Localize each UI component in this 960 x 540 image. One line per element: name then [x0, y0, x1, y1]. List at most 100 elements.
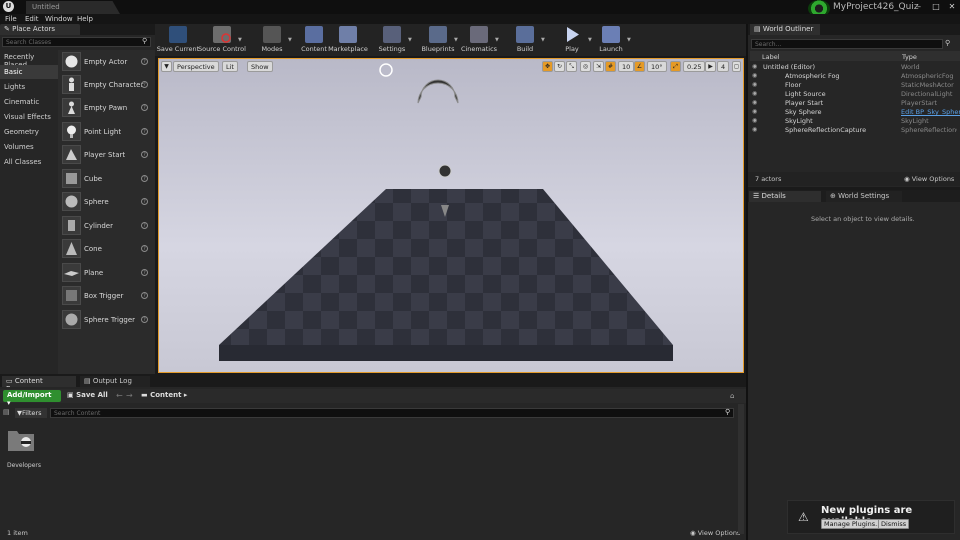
- category-recently-placed[interactable]: Recently Placed: [0, 50, 58, 69]
- show-flags-button[interactable]: Show: [247, 61, 273, 72]
- outliner-search-input[interactable]: Search...: [751, 39, 943, 49]
- help-icon[interactable]: ?: [141, 222, 148, 229]
- cinematics-button[interactable]: Cinematics ▼: [457, 25, 501, 55]
- outliner-row-world[interactable]: Untitled (Editor): [763, 63, 960, 72]
- content-search-input[interactable]: Search Content: [50, 408, 734, 418]
- content-view-options[interactable]: ◉ View Options: [690, 529, 740, 537]
- close-icon[interactable]: ✕: [946, 2, 958, 11]
- rotate-tool-icon[interactable]: ↻: [554, 61, 565, 72]
- category-volumes[interactable]: Volumes: [0, 140, 58, 154]
- visibility-eye-icon[interactable]: ◉: [752, 126, 760, 133]
- rotation-snap-icon[interactable]: ∠: [634, 61, 645, 72]
- help-icon[interactable]: ?: [141, 292, 148, 299]
- help-icon[interactable]: ?: [141, 175, 148, 182]
- maximize-viewport-icon[interactable]: ◻: [732, 61, 741, 72]
- scale-snap-icon[interactable]: ⤢: [670, 61, 681, 72]
- actor-item-player-start[interactable]: Player Start: [84, 151, 125, 159]
- actor-item-sphere[interactable]: Sphere: [84, 198, 109, 206]
- source-control-button[interactable]: Source Control ▼: [198, 25, 246, 55]
- category-all-classes[interactable]: All Classes: [0, 155, 58, 169]
- settings-button[interactable]: Settings ▼: [370, 25, 414, 55]
- add-import-button[interactable]: Add/Import ▾: [3, 390, 61, 407]
- document-tab[interactable]: Untitled: [26, 1, 120, 14]
- lit-mode-button[interactable]: Lit: [222, 61, 238, 72]
- search-icon[interactable]: ⚲: [725, 408, 730, 416]
- visibility-eye-icon[interactable]: ◉: [752, 63, 760, 70]
- visibility-eye-icon[interactable]: ◉: [752, 117, 760, 124]
- launch-button[interactable]: Launch ▼: [589, 25, 633, 55]
- menu-window[interactable]: Window: [45, 15, 73, 23]
- sources-panel-toggle-icon[interactable]: ▤: [3, 408, 13, 418]
- filters-button[interactable]: ▼Filters: [15, 408, 47, 418]
- content-browser-tab[interactable]: ▭ Content Browser: [2, 376, 76, 393]
- actor-item-cube[interactable]: Cube: [84, 175, 102, 183]
- sky-light-icon[interactable]: [417, 79, 459, 104]
- translate-tool-icon[interactable]: ✥: [542, 61, 553, 72]
- level-viewport[interactable]: [158, 58, 744, 373]
- content-scrollbar[interactable]: [738, 404, 744, 534]
- column-type[interactable]: Type: [902, 53, 917, 61]
- grid-snap-icon[interactable]: #: [605, 61, 616, 72]
- actor-item-empty-pawn[interactable]: Empty Pawn: [84, 104, 127, 112]
- output-log-tab[interactable]: ▤ Output Log: [80, 376, 150, 387]
- category-visual-effects[interactable]: Visual Effects: [0, 110, 58, 124]
- category-basic[interactable]: Basic: [0, 65, 58, 79]
- help-icon[interactable]: ?: [141, 151, 148, 158]
- camera-speed-icon[interactable]: ▶: [705, 61, 716, 72]
- minimize-icon[interactable]: –: [913, 2, 925, 11]
- category-cinematic[interactable]: Cinematic: [0, 95, 58, 109]
- menu-help[interactable]: Help: [77, 15, 93, 23]
- actor-item-cone[interactable]: Cone: [84, 245, 102, 253]
- surface-snap-icon[interactable]: ⇲: [593, 61, 604, 72]
- viewport-options-icon[interactable]: ▼: [161, 61, 172, 72]
- rotation-snap-value[interactable]: 10°: [647, 61, 667, 72]
- help-icon[interactable]: ?: [141, 58, 148, 65]
- visibility-eye-icon[interactable]: ◉: [752, 99, 760, 106]
- place-actors-search-input[interactable]: Search Classes: [2, 37, 151, 47]
- place-actors-tab[interactable]: ✎ Place Actors: [0, 24, 80, 35]
- scale-snap-value[interactable]: 0.25: [683, 61, 706, 72]
- build-button[interactable]: Build ▼: [503, 25, 547, 55]
- help-icon[interactable]: ?: [141, 198, 148, 205]
- sun-light-icon[interactable]: [379, 63, 393, 77]
- manage-plugins-button[interactable]: Manage Plugins...: [821, 519, 885, 529]
- visibility-eye-icon[interactable]: ◉: [752, 90, 760, 97]
- dismiss-button[interactable]: Dismiss: [878, 519, 910, 529]
- actor-item-point-light[interactable]: Point Light: [84, 128, 121, 136]
- menu-file[interactable]: File: [5, 15, 17, 23]
- grid-snap-value[interactable]: 10: [618, 61, 635, 72]
- maximize-icon[interactable]: □: [930, 2, 942, 11]
- perspective-button[interactable]: Perspective: [173, 61, 219, 72]
- visibility-eye-icon[interactable]: ◉: [752, 72, 760, 79]
- actor-item-empty-actor[interactable]: Empty Actor: [84, 58, 127, 66]
- category-lights[interactable]: Lights: [0, 80, 58, 94]
- menu-edit[interactable]: Edit: [25, 15, 39, 23]
- scale-tool-icon[interactable]: ⤡: [566, 61, 577, 72]
- back-arrow-icon[interactable]: ←: [116, 391, 123, 400]
- world-settings-tab[interactable]: ⊕ World Settings: [826, 191, 902, 202]
- help-icon[interactable]: ?: [141, 245, 148, 252]
- visibility-eye-icon[interactable]: ◉: [752, 81, 760, 88]
- reflection-capture-icon[interactable]: [438, 164, 452, 178]
- folder-name-developers[interactable]: Developers: [7, 462, 41, 469]
- outliner-view-options[interactable]: ◉ View Options: [904, 175, 954, 183]
- actor-item-plane[interactable]: Plane: [84, 269, 103, 277]
- panel-splitter[interactable]: [746, 24, 748, 540]
- actor-item-empty-character[interactable]: Empty Character: [84, 81, 143, 89]
- outliner-row-skylight[interactable]: SkyLight: [785, 117, 960, 126]
- lock-icon[interactable]: ⌂: [730, 392, 734, 400]
- help-icon[interactable]: ?: [141, 269, 148, 276]
- visibility-eye-icon[interactable]: ◉: [752, 108, 760, 115]
- actor-item-box-trigger[interactable]: Box Trigger: [84, 292, 123, 300]
- category-geometry[interactable]: Geometry: [0, 125, 58, 139]
- edit-blueprint-link[interactable]: Edit BP_Sky_Sphere: [901, 108, 960, 116]
- help-icon[interactable]: ?: [141, 81, 148, 88]
- actor-item-cylinder[interactable]: Cylinder: [84, 222, 113, 230]
- forward-arrow-icon[interactable]: →: [126, 391, 133, 400]
- help-icon[interactable]: ?: [141, 316, 148, 323]
- save-all-button[interactable]: ▣ Save All: [67, 391, 108, 399]
- world-outliner-tab[interactable]: ▤ World Outliner: [750, 24, 820, 35]
- actor-item-sphere-trigger[interactable]: Sphere Trigger: [84, 316, 135, 324]
- details-tab[interactable]: ☰ Details: [749, 191, 821, 202]
- column-label[interactable]: Label: [762, 53, 780, 61]
